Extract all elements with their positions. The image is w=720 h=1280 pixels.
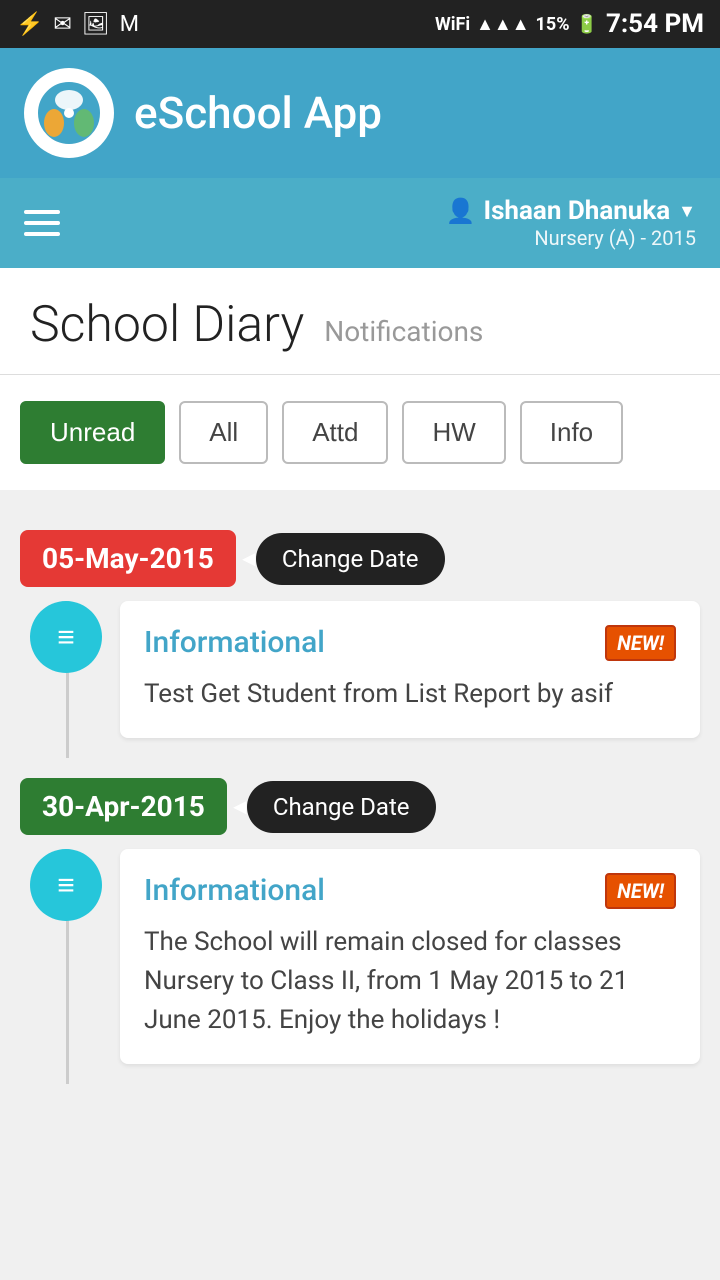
- wifi-icon: WiFi: [435, 14, 470, 35]
- image-icon: 🖼: [82, 12, 110, 37]
- card-header-1: Informational NEW!: [144, 625, 676, 661]
- dropdown-arrow-icon: ▼: [678, 201, 696, 222]
- timeline-2: ≡ Informational NEW! The School will rem…: [20, 849, 700, 1084]
- card-2: Informational NEW! The School will remai…: [120, 849, 700, 1064]
- date-header-2: 30-Apr-2015 Change Date: [20, 778, 700, 835]
- timeline-dot-2: ≡: [30, 849, 102, 921]
- mail-icon: ✉: [53, 12, 71, 37]
- gmail-icon: M: [120, 12, 139, 37]
- timeline-1: ≡ Informational NEW! Test Get Student fr…: [20, 601, 700, 758]
- timeline-item-2: ≡ Informational NEW! The School will rem…: [20, 849, 700, 1084]
- date-section-2: 30-Apr-2015 Change Date ≡ Informational …: [20, 778, 700, 1084]
- status-time: 7:54 PM: [606, 9, 704, 39]
- status-bar: ⚡ ✉ 🖼 M WiFi ▲▲▲ 15% 🔋 7:54 PM: [0, 0, 720, 48]
- card-1: Informational NEW! Test Get Student from…: [120, 601, 700, 738]
- date-section-1: 05-May-2015 Change Date ≡ Informational …: [20, 530, 700, 758]
- filter-hw[interactable]: HW: [402, 401, 505, 464]
- timeline-item-1: ≡ Informational NEW! Test Get Student fr…: [20, 601, 700, 758]
- date-badge-2: 30-Apr-2015: [20, 778, 227, 835]
- user-info[interactable]: 👤 Ishaan Dhanuka ▼ Nursery (A) - 2015: [446, 196, 696, 250]
- page-title: School Diary: [30, 296, 304, 354]
- list-icon-2: ≡: [57, 868, 75, 903]
- battery-icon: 🔋: [576, 14, 598, 35]
- page-title-bar: School Diary Notifications: [0, 268, 720, 375]
- change-date-button-1[interactable]: Change Date: [256, 533, 445, 585]
- filter-unread[interactable]: Unread: [20, 401, 165, 464]
- app-header: eSchool App: [0, 48, 720, 178]
- filter-info[interactable]: Info: [520, 401, 623, 464]
- filter-all[interactable]: All: [179, 401, 268, 464]
- new-badge-2: NEW!: [605, 873, 676, 909]
- new-badge-1: NEW!: [605, 625, 676, 661]
- filter-attd[interactable]: Attd: [282, 401, 388, 464]
- card-header-2: Informational NEW!: [144, 873, 676, 909]
- hamburger-menu[interactable]: [24, 210, 60, 236]
- app-logo: [24, 68, 114, 158]
- signal-icon: ▲▲▲: [476, 14, 529, 35]
- app-title: eSchool App: [134, 87, 382, 139]
- status-right-icons: WiFi ▲▲▲ 15% 🔋 7:54 PM: [435, 9, 704, 39]
- list-icon-1: ≡: [57, 620, 75, 655]
- card-type-1: Informational: [144, 625, 325, 660]
- sub-header: 👤 Ishaan Dhanuka ▼ Nursery (A) - 2015: [0, 178, 720, 268]
- date-badge-1: 05-May-2015: [20, 530, 236, 587]
- card-body-2: The School will remain closed for classe…: [144, 923, 676, 1040]
- date-header-1: 05-May-2015 Change Date: [20, 530, 700, 587]
- user-icon: 👤: [446, 197, 476, 225]
- usb-icon: ⚡: [16, 12, 43, 37]
- battery-text: 15%: [536, 14, 570, 35]
- main-content: 05-May-2015 Change Date ≡ Informational …: [0, 490, 720, 1104]
- status-left-icons: ⚡ ✉ 🖼 M: [16, 12, 139, 37]
- timeline-dot-1: ≡: [30, 601, 102, 673]
- user-class: Nursery (A) - 2015: [534, 226, 696, 250]
- filter-bar: Unread All Attd HW Info: [0, 375, 720, 490]
- change-date-button-2[interactable]: Change Date: [247, 781, 436, 833]
- page-subtitle: Notifications: [324, 315, 483, 348]
- card-type-2: Informational: [144, 873, 325, 908]
- card-body-1: Test Get Student from List Report by asi…: [144, 675, 676, 714]
- user-name: Ishaan Dhanuka: [483, 196, 670, 226]
